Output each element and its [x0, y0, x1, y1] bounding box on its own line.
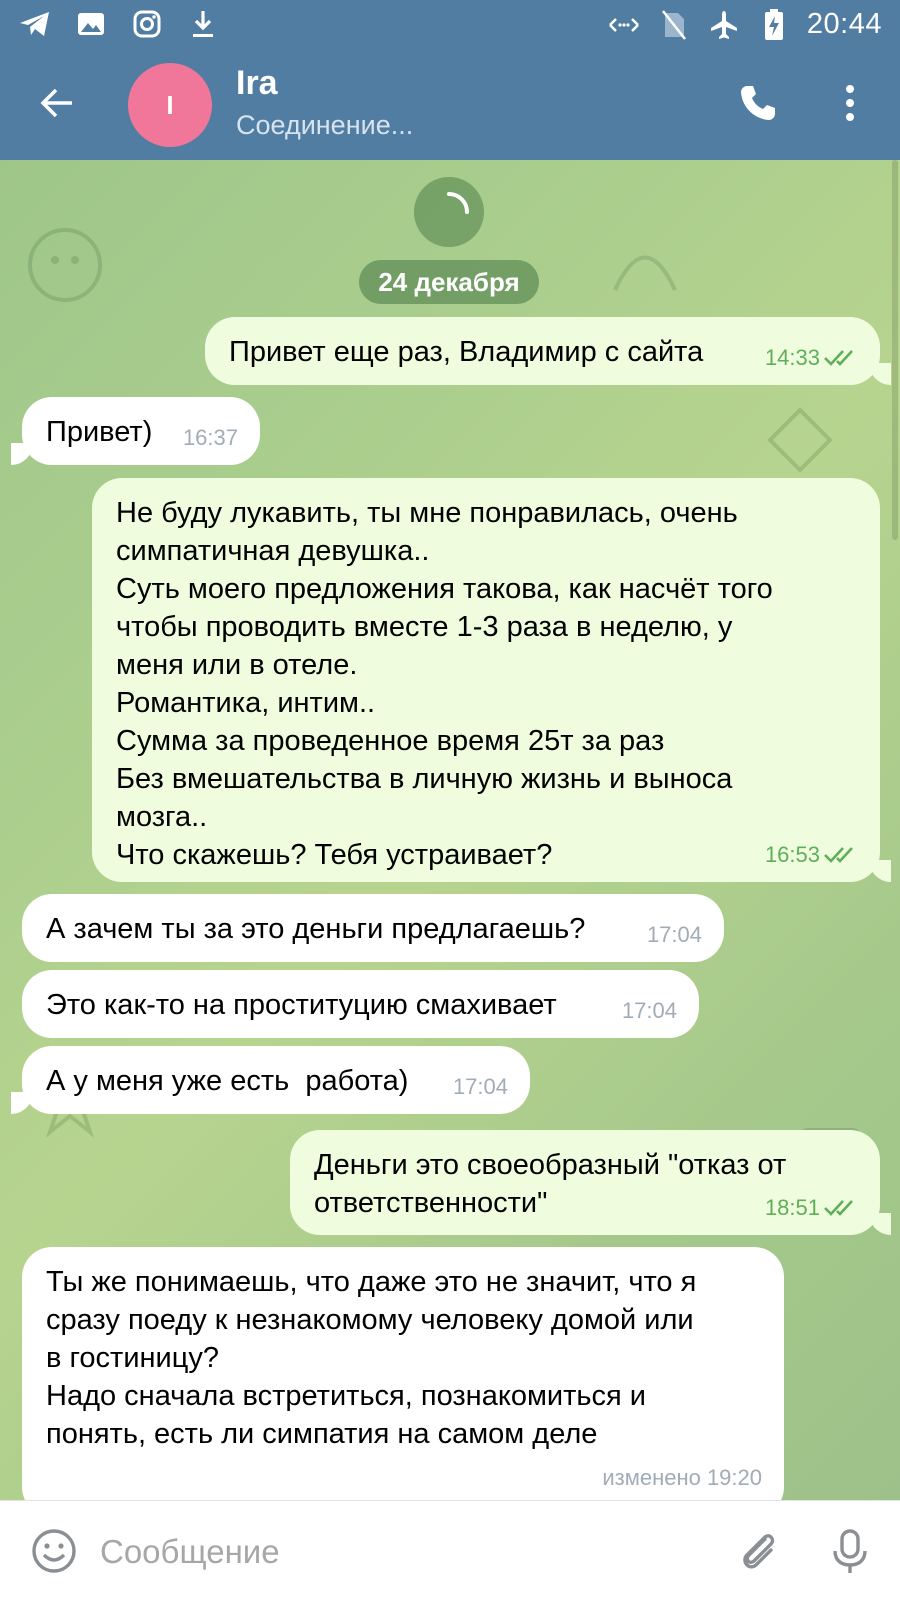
double-check-icon [824, 350, 853, 366]
loading-spinner [414, 177, 484, 247]
emoji-button[interactable] [30, 1527, 78, 1575]
date-separator: 24 декабря [359, 260, 539, 304]
message-meta: 16:37 [183, 419, 238, 457]
message-time: 17:04 [646, 922, 702, 947]
smiley-icon [32, 1529, 76, 1573]
incoming-message[interactable]: Привет) 16:37 [11, 397, 260, 465]
paperclip-icon [743, 1534, 775, 1569]
incoming-message[interactable]: А у меня уже есть работа) 17:04 [11, 1046, 530, 1114]
instagram-icon [130, 8, 164, 40]
incoming-message[interactable]: А зачем ты за это деньги предлагаешь? 17… [22, 894, 724, 962]
message-time: 16:53 [764, 842, 820, 867]
image-icon [74, 8, 108, 40]
message-text: Не буду лукавить, ты мне понравилась, оч… [116, 497, 773, 871]
message-text: Привет еще раз, Владимир с сайта [229, 336, 704, 368]
attach-button[interactable] [735, 1527, 783, 1575]
bubble-tail [11, 443, 33, 465]
message-time: 17:04 [452, 1074, 508, 1099]
battery-charging-icon [757, 8, 791, 41]
message-time: 18:51 [764, 1195, 820, 1220]
message-meta: изменено 19:20 [602, 1459, 762, 1497]
message-meta: 17:04 [622, 992, 677, 1030]
message-composer [0, 1500, 900, 1601]
microphone-icon [833, 1529, 867, 1573]
more-options-button[interactable] [830, 78, 870, 128]
message-meta: 18:51 [765, 1189, 858, 1227]
incoming-message[interactable]: Ты же понимаешь, что даже это не значит,… [22, 1247, 784, 1500]
arrow-left-icon [40, 88, 72, 118]
message-meta: 17:04 [453, 1068, 508, 1106]
bubble-tail [869, 1213, 891, 1235]
doodle-pattern [767, 407, 833, 473]
message-text: Это как-то на проституцию смахивает [46, 989, 557, 1021]
status-bar: 20:44 [0, 0, 900, 48]
no-sim-icon [657, 9, 691, 41]
bubble-tail [869, 363, 891, 385]
signal-arrows-icon [607, 9, 641, 41]
message-text: А у меня уже есть работа) [46, 1065, 409, 1097]
doodle-pattern [613, 255, 677, 291]
clock: 20:44 [806, 8, 882, 40]
double-check-icon [824, 1200, 853, 1216]
outgoing-message[interactable]: Привет еще раз, Владимир с сайта 14:33 [205, 317, 891, 385]
chat-title[interactable]: Ira [236, 64, 278, 103]
message-meta: 14:33 [765, 339, 858, 377]
download-icon [186, 8, 220, 40]
message-list[interactable]: 24 декабря Привет еще раз, Владимир с са… [0, 160, 900, 1500]
telegram-icon [18, 8, 52, 40]
incoming-message[interactable]: Это как-то на проституцию смахивает 17:0… [22, 970, 699, 1038]
avatar[interactable]: I [128, 63, 212, 147]
bubble-tail [869, 860, 891, 882]
message-time: 14:33 [764, 345, 820, 370]
message-time: 17:04 [621, 998, 677, 1023]
doodle-pattern [28, 228, 102, 302]
more-vertical-icon [846, 85, 854, 121]
airplane-icon [707, 9, 741, 41]
back-button[interactable] [32, 78, 82, 128]
message-text: Ты же понимаешь, что даже это не значит,… [46, 1266, 697, 1450]
message-meta: 16:53 [765, 836, 858, 874]
scrollbar[interactable] [892, 160, 898, 540]
message-time: изменено 19:20 [602, 1465, 762, 1490]
outgoing-message[interactable]: Не буду лукавить, ты мне понравилась, оч… [92, 478, 891, 882]
message-text: А зачем ты за это деньги предлагаешь? [46, 913, 586, 945]
outgoing-message[interactable]: Деньги это своеобразный "отказ от ответс… [290, 1130, 891, 1235]
double-check-icon [824, 847, 853, 863]
message-meta: 17:04 [647, 916, 702, 954]
voice-message-button[interactable] [826, 1527, 874, 1575]
call-button[interactable] [733, 78, 783, 128]
phone-icon [741, 86, 775, 120]
chat-header: I Ira Соединение... [0, 48, 900, 160]
spinner-icon [447, 192, 469, 214]
message-input[interactable] [98, 1527, 682, 1577]
connection-status: Соединение... [236, 110, 414, 140]
message-time: 16:37 [182, 425, 238, 450]
